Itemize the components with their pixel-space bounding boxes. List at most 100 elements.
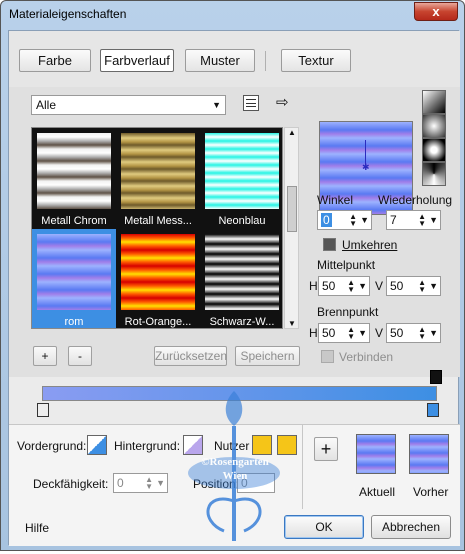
spin-arrows-icon[interactable]: ▲ ▼ bbox=[349, 213, 357, 228]
foreground-label: Vordergrund: bbox=[17, 439, 87, 453]
window-title: Materialeigenschaften bbox=[9, 7, 127, 21]
gradient-list: Metall Chrom Metall Mess... Neonblau rom… bbox=[31, 127, 283, 329]
add-gradient-button[interactable]: + bbox=[33, 346, 57, 366]
help-link[interactable]: Hilfe bbox=[25, 521, 49, 535]
gradient-item[interactable]: Neonblau bbox=[200, 128, 282, 229]
gradient-swatch bbox=[205, 234, 279, 310]
angle-label: Winkel bbox=[317, 193, 354, 207]
gradient-name: Metall Chrom bbox=[41, 215, 107, 227]
tab-separator bbox=[265, 51, 266, 71]
foreground-color-swatch[interactable] bbox=[87, 435, 107, 455]
center-v-label: V bbox=[375, 279, 384, 293]
background-label: Hintergrund: bbox=[114, 439, 181, 453]
gradient-name: Schwarz-W... bbox=[209, 316, 275, 328]
chevron-down-icon[interactable]: ▼ bbox=[429, 277, 438, 295]
chevron-down-icon: ▼ bbox=[212, 100, 221, 110]
gradient-list-scrollbar[interactable]: ▲ ▼ bbox=[284, 127, 299, 329]
focus-v-spinbox[interactable]: 50 ▲ ▼ ▼ bbox=[386, 323, 441, 343]
spin-arrows-icon[interactable]: ▲ ▼ bbox=[347, 279, 355, 294]
chevron-down-icon[interactable]: ▼ bbox=[360, 211, 369, 229]
focus-label: Brennpunkt bbox=[317, 305, 379, 319]
invert-label: Umkehren bbox=[342, 238, 398, 252]
add-to-swatches-button[interactable]: + bbox=[314, 437, 338, 461]
right-color-stop-icon[interactable] bbox=[427, 403, 439, 417]
previous-gradient-swatch[interactable] bbox=[409, 434, 449, 474]
center-label: Mittelpunkt bbox=[317, 258, 376, 272]
tab-farbverlauf[interactable]: Farbverlauf bbox=[100, 49, 174, 72]
chevron-down-icon[interactable]: ▼ bbox=[429, 324, 438, 342]
chevron-down-icon[interactable]: ▼ bbox=[156, 474, 165, 492]
chevron-down-icon[interactable]: ▼ bbox=[429, 211, 438, 229]
tab-bar: Farbe Farbverlauf Muster Textur bbox=[9, 31, 460, 87]
tab-textur[interactable]: Textur bbox=[281, 49, 351, 72]
scrollbar-thumb[interactable] bbox=[287, 186, 297, 232]
reset-button[interactable]: Zurücksetzen bbox=[154, 346, 227, 366]
sunburst-style-icon[interactable] bbox=[422, 138, 446, 162]
gradient-item[interactable]: Metall Mess... bbox=[116, 128, 200, 229]
opacity-label: Deckfähigkeit: bbox=[33, 477, 109, 491]
cancel-button[interactable]: Abbrechen bbox=[371, 515, 451, 539]
watermark-logo: ©Rosengarten Wien bbox=[184, 381, 284, 551]
save-button[interactable]: Speichern bbox=[235, 346, 300, 366]
spin-arrows-icon[interactable]: ▲ ▼ bbox=[347, 326, 355, 341]
category-dropdown[interactable]: Alle ▼ bbox=[31, 95, 226, 115]
gradient-swatch bbox=[205, 133, 279, 209]
focus-h-value: 50 bbox=[322, 326, 336, 340]
gradient-item-selected[interactable]: rom bbox=[32, 229, 116, 328]
center-v-spinbox[interactable]: 50 ▲ ▼ ▼ bbox=[386, 276, 441, 296]
watermark-text-line2: Wien bbox=[222, 470, 248, 482]
tab-muster[interactable]: Muster bbox=[185, 49, 255, 72]
left-color-stop-icon[interactable] bbox=[37, 403, 49, 417]
tab-farbe[interactable]: Farbe bbox=[19, 49, 91, 72]
spin-arrows-icon[interactable]: ▲ ▼ bbox=[145, 476, 153, 491]
current-gradient-swatch[interactable] bbox=[356, 434, 396, 474]
invert-checkbox[interactable] bbox=[323, 238, 336, 251]
opacity-spinbox[interactable]: 0 ▲ ▼ ▼ bbox=[113, 473, 168, 493]
close-button[interactable]: x bbox=[414, 2, 458, 21]
gradient-swatch bbox=[121, 234, 195, 310]
focus-h-spinbox[interactable]: 50 ▲ ▼ ▼ bbox=[318, 323, 370, 343]
remove-gradient-button[interactable]: - bbox=[68, 346, 92, 366]
angle-handle-icon[interactable]: ✱ bbox=[362, 162, 370, 173]
previous-label: Vorher bbox=[413, 485, 449, 499]
chevron-down-icon[interactable]: ▼ bbox=[358, 324, 367, 342]
gradient-name: Neonblau bbox=[218, 215, 266, 227]
center-h-value: 50 bbox=[322, 279, 336, 293]
chevron-down-icon[interactable]: ▼ bbox=[358, 277, 367, 295]
arrow-right-icon[interactable]: ⇨ bbox=[276, 93, 289, 111]
center-h-spinbox[interactable]: 50 ▲ ▼ ▼ bbox=[318, 276, 370, 296]
gradient-name: Rot-Orange... bbox=[124, 316, 192, 328]
focus-v-label: V bbox=[375, 326, 384, 340]
spin-arrows-icon[interactable]: ▲ ▼ bbox=[418, 279, 426, 294]
spin-arrows-icon[interactable]: ▲ ▼ bbox=[418, 326, 426, 341]
scroll-down-icon[interactable]: ▼ bbox=[288, 319, 296, 328]
gradient-item[interactable]: Rot-Orange... bbox=[116, 229, 200, 328]
focus-h-label: H bbox=[309, 326, 318, 340]
link-checkbox[interactable] bbox=[321, 350, 334, 363]
watermark-text-line1: ©Rosengarten bbox=[201, 456, 269, 468]
link-label: Verbinden bbox=[339, 350, 394, 364]
category-value: Alle bbox=[36, 98, 57, 112]
list-options-icon[interactable] bbox=[243, 95, 259, 111]
angle-value: 0 bbox=[321, 213, 332, 227]
gradient-swatch bbox=[121, 133, 195, 209]
center-v-value: 50 bbox=[390, 279, 404, 293]
gradient-swatch bbox=[37, 133, 111, 209]
scroll-up-icon[interactable]: ▲ bbox=[288, 128, 296, 137]
ok-button[interactable]: OK bbox=[284, 515, 364, 539]
spin-arrows-icon[interactable]: ▲ ▼ bbox=[418, 213, 426, 228]
gradient-item[interactable]: Metall Chrom bbox=[32, 128, 116, 229]
top-marker-icon[interactable] bbox=[430, 370, 442, 384]
angle-spinbox[interactable]: 0 ▲ ▼ ▼ bbox=[317, 210, 372, 230]
focus-v-value: 50 bbox=[390, 326, 404, 340]
gradient-item[interactable]: Schwarz-W... bbox=[200, 229, 282, 328]
current-label: Aktuell bbox=[359, 485, 396, 499]
center-h-label: H bbox=[309, 279, 318, 293]
opacity-value: 0 bbox=[117, 476, 124, 490]
linear-style-icon[interactable] bbox=[422, 90, 446, 114]
rectangular-style-icon[interactable] bbox=[422, 114, 446, 138]
radial-style-icon[interactable] bbox=[422, 162, 446, 186]
title-bar[interactable]: Materialeigenschaften x bbox=[1, 1, 464, 29]
repeat-spinbox[interactable]: 7 ▲ ▼ ▼ bbox=[386, 210, 441, 230]
gradient-swatch bbox=[37, 234, 111, 310]
